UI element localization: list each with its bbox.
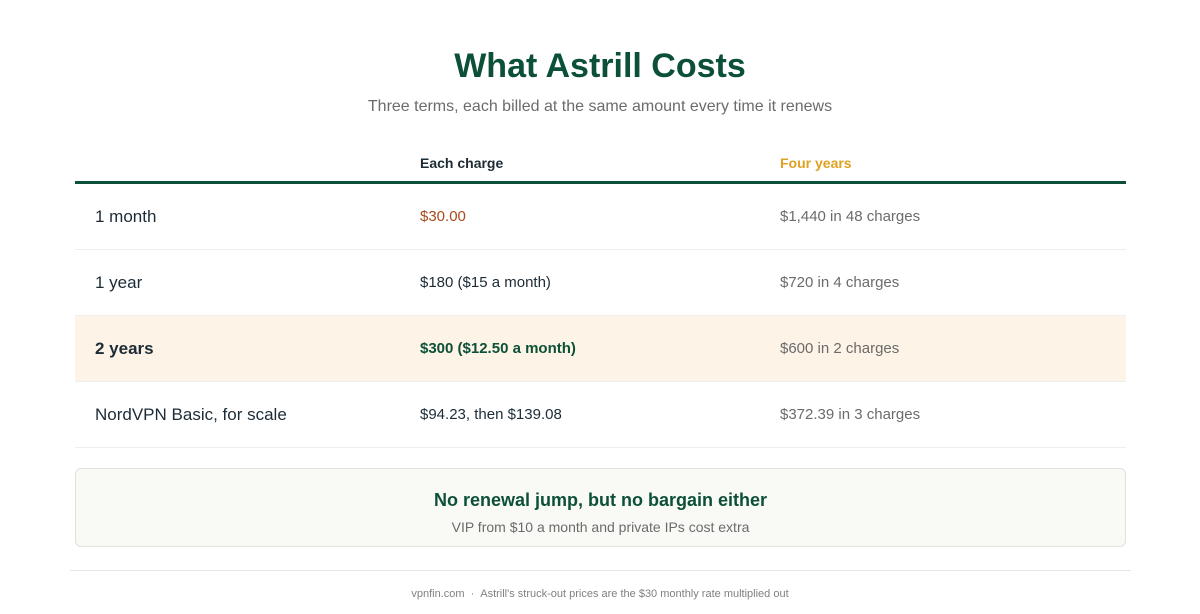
each-charge: $180 ($15 a month) [420, 274, 551, 291]
four-year-total: $1,440 in 48 charges [780, 208, 921, 225]
four-year-total: $600 in 2 charges [780, 340, 900, 357]
table-row: 1 year $180 ($15 a month) $720 in 4 char… [75, 250, 1126, 316]
footer-note: Astrill's struck-out prices are the $30 … [480, 588, 789, 600]
plan-name: 1 month [95, 207, 157, 226]
callout-title: No renewal jump, but no bargain either [433, 490, 768, 510]
plan-name: NordVPN Basic, for scale [95, 405, 287, 424]
four-year-total: $720 in 4 charges [780, 274, 900, 291]
summary-callout: No renewal jump, but no bargain either V… [75, 468, 1126, 547]
footer-site: vpnfin.com [411, 588, 465, 600]
each-charge: $94.23, then $139.08 [420, 406, 562, 423]
page-title: What Astrill Costs [454, 47, 746, 85]
page-subtitle: Three terms, each billed at the same amo… [367, 98, 833, 115]
page: What Astrill Costs Three terms, each bil… [0, 0, 1200, 614]
footer-separator: · [470, 588, 475, 600]
table-row: 1 month $30.00 $1,440 in 48 charges [75, 184, 1126, 250]
pricing-table: Each charge Four years 1 month $30.00 $1… [75, 145, 1126, 448]
callout-subtitle: VIP from $10 a month and private IPs cos… [451, 519, 750, 535]
plan-name: 2 years [95, 339, 154, 358]
plan-name: 1 year [95, 273, 143, 292]
column-header-four-years: Four years [780, 155, 852, 171]
footer-divider [70, 570, 1131, 571]
column-header-each-charge: Each charge [420, 155, 504, 171]
table-row: NordVPN Basic, for scale $94.23, then $1… [75, 382, 1126, 448]
four-year-total: $372.39 in 3 charges [780, 406, 921, 423]
table-header: Each charge Four years [75, 145, 1126, 184]
table-row-highlighted: 2 years $300 ($12.50 a month) $600 in 2 … [75, 316, 1126, 382]
footer: vpnfin.com · Astrill's struck-out prices a… [0, 586, 1200, 602]
each-charge: $300 ($12.50 a month) [420, 340, 576, 357]
each-charge: $30.00 [420, 208, 466, 225]
